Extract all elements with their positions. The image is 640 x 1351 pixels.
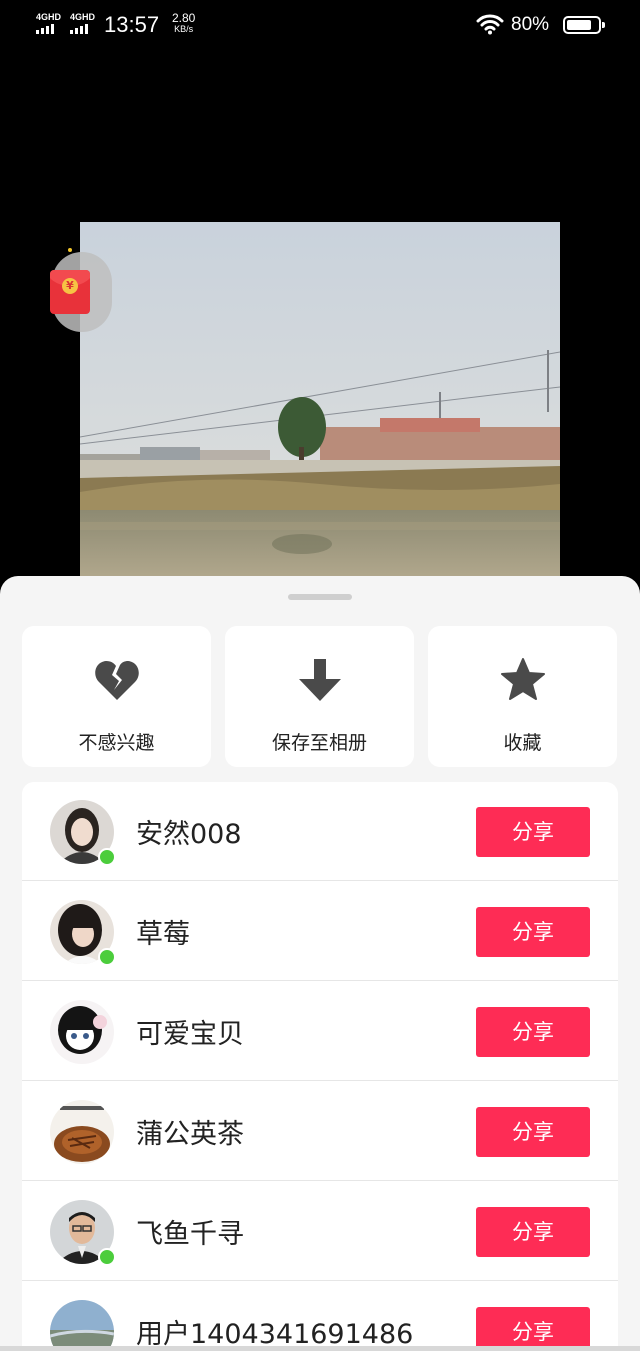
avatar[interactable] [50,1300,114,1351]
status-bar: 4GHD 4GHD 13:57 2.80 KB/s 80% [0,0,640,52]
share-button[interactable]: 分享 [476,1007,590,1057]
clock: 13:57 [104,12,160,37]
online-status-dot [98,1248,116,1266]
network-speed-unit: KB/s [174,24,194,34]
drag-handle[interactable] [288,594,352,600]
download-icon [225,656,414,704]
list-item[interactable]: 草莓 分享 [22,882,618,981]
share-button[interactable]: 分享 [476,1107,590,1157]
network-speed: 2.80 KB/s [172,11,196,35]
list-item[interactable]: 用户1404341691486 分享 [22,1282,618,1351]
list-item[interactable]: 飞鱼千寻 分享 [22,1182,618,1281]
network-type-label: 4GHD [70,12,96,22]
network-type-label: 4GHD [36,12,62,22]
share-button[interactable]: 分享 [476,1307,590,1351]
not-interested-button[interactable]: 不感兴趣 [22,626,211,767]
share-sheet: 不感兴趣 保存至相册 收藏 安然008 分享 草莓 分享 可爱宝贝 分享 蒲公英… [0,576,640,1351]
battery-percentage: 80% [511,14,550,35]
broken-heart-icon [22,656,211,704]
video-player[interactable] [80,222,560,582]
friend-name: 可爱宝贝 [136,1019,244,1050]
list-item[interactable]: 可爱宝贝 分享 [22,982,618,1081]
battery-icon [563,16,605,34]
save-to-album-button[interactable]: 保存至相册 [225,626,414,767]
share-button[interactable]: 分享 [476,807,590,857]
screen: 4GHD 4GHD 13:57 2.80 KB/s 80% ¥ 不感兴趣 保存至… [0,0,640,1351]
avatar[interactable] [50,1000,114,1064]
share-button[interactable]: 分享 [476,907,590,957]
share-button[interactable]: 分享 [476,1207,590,1257]
friend-name: 蒲公英茶 [136,1119,244,1150]
bottom-scroll-indicator [0,1346,640,1351]
star-icon [428,656,617,704]
coin-symbol: ¥ [62,278,78,294]
favorite-label: 收藏 [503,732,542,754]
red-envelope-widget[interactable]: ¥ [38,248,112,332]
friend-list: 安然008 分享 草莓 分享 可爱宝贝 分享 蒲公英茶 分享 飞鱼千寻 分享 用… [22,782,618,1351]
list-item[interactable]: 蒲公英茶 分享 [22,1082,618,1181]
avatar[interactable] [50,1100,114,1164]
friend-name: 安然008 [136,819,242,850]
wifi-icon [476,13,504,39]
online-status-dot [98,948,116,966]
save-to-album-label: 保存至相册 [271,732,367,754]
not-interested-label: 不感兴趣 [78,732,155,754]
favorite-button[interactable]: 收藏 [428,626,617,767]
online-status-dot [98,848,116,866]
friend-name: 草莓 [136,919,190,950]
list-item[interactable]: 安然008 分享 [22,782,618,881]
network-speed-value: 2.80 [172,11,196,25]
friend-name: 飞鱼千寻 [136,1219,244,1250]
red-envelope-icon[interactable]: ¥ [50,270,90,314]
